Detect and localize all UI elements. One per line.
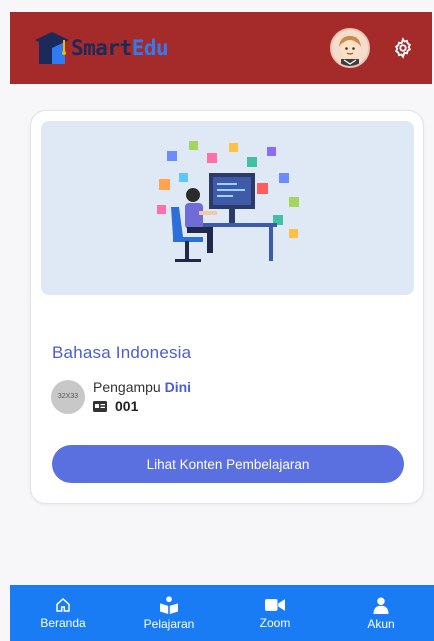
- view-content-button[interactable]: Lihat Konten Pembelajaran: [52, 445, 404, 483]
- class-code: 001: [115, 398, 139, 414]
- settings-button[interactable]: [390, 35, 416, 61]
- class-code-line: 001: [93, 398, 191, 414]
- logo-text-smart: Smart: [71, 36, 132, 60]
- teacher-prefix: Pengampu: [93, 379, 161, 395]
- nav-label-zoom: Zoom: [259, 615, 291, 630]
- bottom-navigation: Beranda Pelajaran Zoom Akun: [10, 585, 434, 641]
- logo-text-edu: Edu: [131, 36, 169, 60]
- nav-label-akun: Akun: [367, 616, 395, 631]
- nav-item-akun[interactable]: Akun: [328, 585, 434, 641]
- id-card-icon: [93, 400, 107, 412]
- home-icon: [56, 597, 70, 612]
- nav-label-beranda: Beranda: [40, 615, 86, 630]
- graduation-cap-icon: [35, 28, 69, 68]
- teacher-avatar: 32X33: [51, 379, 85, 414]
- teacher-line: Pengampu Dini: [93, 379, 191, 395]
- course-card[interactable]: Bahasa Indonesia 32X33 Pengampu Dini 001…: [30, 110, 424, 504]
- app-logo[interactable]: SmartEdu: [35, 28, 169, 68]
- reading-icon: [160, 595, 178, 614]
- nav-item-beranda[interactable]: Beranda: [10, 585, 116, 641]
- user-avatar[interactable]: [330, 28, 370, 68]
- nav-label-pelajaran: Pelajaran: [143, 616, 195, 631]
- course-title: Bahasa Indonesia: [52, 343, 192, 362]
- app-bar: SmartEdu: [10, 12, 432, 84]
- video-camera-icon: [265, 598, 285, 611]
- nav-item-pelajaran[interactable]: Pelajaran: [116, 585, 222, 641]
- nav-item-zoom[interactable]: Zoom: [222, 585, 328, 641]
- user-icon: [373, 597, 389, 614]
- teacher-info: Pengampu Dini 001: [93, 379, 191, 414]
- logo-text: SmartEdu: [71, 36, 169, 60]
- course-illustration: [41, 121, 414, 295]
- teacher-info-row: 32X33 Pengampu Dini 001: [51, 379, 191, 414]
- teacher-name: Dini: [164, 379, 192, 395]
- gear-icon: [394, 37, 412, 59]
